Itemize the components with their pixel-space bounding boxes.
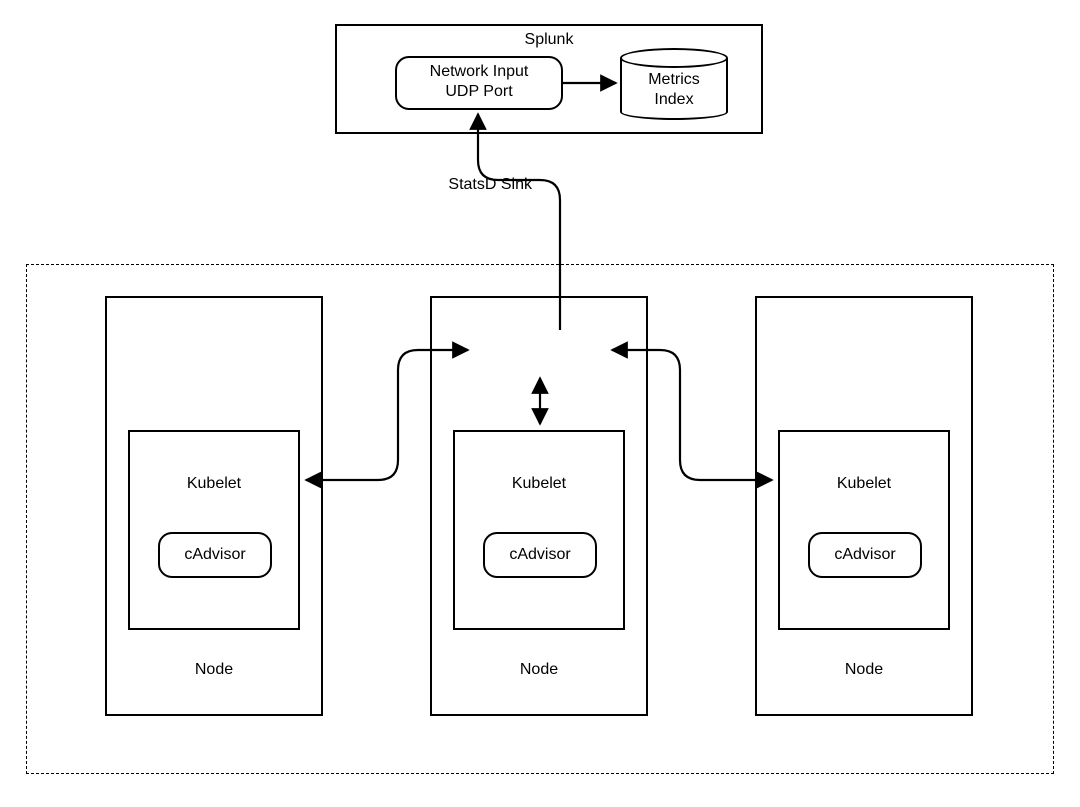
- kubelet-label-3: Kubelet: [778, 474, 950, 494]
- diagram-canvas: Splunk Network Input UDP Port Metrics In…: [0, 0, 1080, 807]
- kubelet-label-2: Kubelet: [453, 474, 625, 494]
- network-input-label: Network Input UDP Port: [395, 62, 563, 102]
- node-label-3: Node: [755, 660, 973, 680]
- statsd-sink-label: StatsD Sink: [412, 175, 532, 195]
- metrics-index-label: Metrics Index: [624, 70, 724, 110]
- kubelet-box-2: [453, 430, 625, 630]
- splunk-title: Splunk: [335, 30, 763, 50]
- kubelet-box-1: [128, 430, 300, 630]
- kubelet-box-3: [778, 430, 950, 630]
- kubelet-label-1: Kubelet: [128, 474, 300, 494]
- cadvisor-label-2: cAdvisor: [483, 545, 597, 565]
- node-label-2: Node: [430, 660, 648, 680]
- node-label-1: Node: [105, 660, 323, 680]
- cadvisor-label-3: cAdvisor: [808, 545, 922, 565]
- cadvisor-label-1: cAdvisor: [158, 545, 272, 565]
